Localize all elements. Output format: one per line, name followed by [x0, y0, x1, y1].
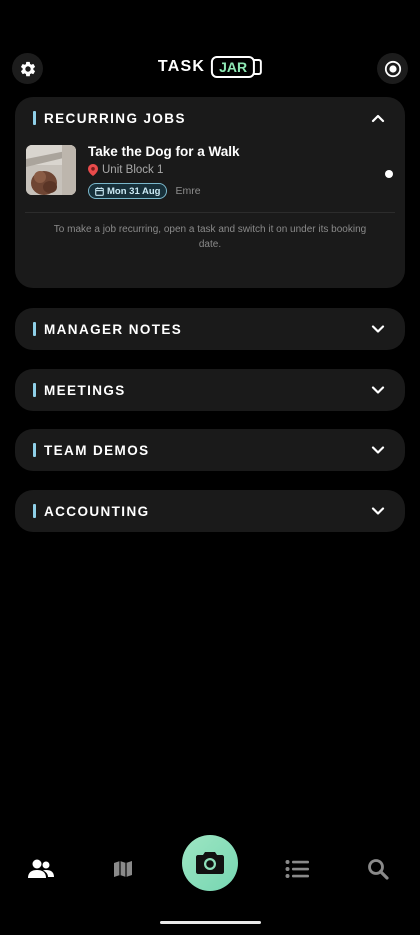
chevron-down-icon[interactable]	[371, 383, 385, 397]
app-logo: TASK JAR	[157, 56, 263, 78]
section-accent-bar	[33, 443, 36, 457]
date-badge: Mon 31 Aug	[88, 183, 168, 199]
top-bar: TASK JAR	[12, 50, 408, 86]
gear-icon	[20, 61, 35, 76]
section-accent-bar	[33, 383, 36, 397]
map-icon	[114, 861, 132, 877]
section-header[interactable]: MANAGER NOTES	[15, 308, 405, 350]
nav-list[interactable]	[282, 855, 312, 883]
job-photo	[26, 145, 76, 195]
nav-team[interactable]	[26, 855, 56, 883]
section-team-demos[interactable]: TEAM DEMOS	[15, 429, 405, 471]
record-button[interactable]	[377, 53, 408, 84]
section-title: RECURRING JOBS	[44, 110, 186, 126]
logo-badge: JAR	[211, 56, 256, 78]
section-meetings[interactable]: MEETINGS	[15, 369, 405, 411]
nav-search[interactable]	[363, 855, 393, 883]
home-indicator	[160, 921, 261, 924]
job-location-text: Unit Block 1	[102, 164, 164, 176]
recurring-job-item[interactable]: Take the Dog for a Walk Unit Block 1 Mon…	[25, 139, 395, 213]
search-icon	[368, 859, 389, 880]
section-header[interactable]: TEAM DEMOS	[15, 429, 405, 471]
pin-icon	[88, 164, 98, 176]
section-recurring-jobs: RECURRING JOBS Take the Dog for a Walk U…	[15, 97, 405, 288]
logo-jar-lid	[254, 59, 263, 75]
section-title: MEETINGS	[44, 382, 126, 398]
settings-button[interactable]	[12, 53, 43, 84]
list-icon	[285, 860, 309, 878]
chevron-down-icon[interactable]	[371, 504, 385, 518]
section-title: ACCOUNTING	[44, 503, 150, 519]
chevron-down-icon[interactable]	[371, 322, 385, 336]
job-title: Take the Dog for a Walk	[88, 144, 240, 159]
section-header[interactable]: RECURRING JOBS	[15, 97, 405, 139]
section-accent-bar	[33, 111, 36, 125]
section-header[interactable]: ACCOUNTING	[15, 490, 405, 532]
camera-button[interactable]	[182, 835, 238, 891]
chevron-up-icon[interactable]	[371, 111, 385, 125]
section-accounting[interactable]: ACCOUNTING	[15, 490, 405, 532]
camera-icon	[196, 852, 224, 874]
date-text: Mon 31 Aug	[107, 185, 161, 197]
section-accent-bar	[33, 504, 36, 518]
nav-map[interactable]	[108, 855, 138, 883]
bottom-nav	[0, 835, 420, 895]
job-meta: Mon 31 Aug Emre	[88, 183, 201, 199]
logo-word: TASK	[157, 58, 206, 75]
section-manager-notes[interactable]: MANAGER NOTES	[15, 308, 405, 350]
section-title: MANAGER NOTES	[44, 321, 183, 337]
section-header[interactable]: MEETINGS	[15, 369, 405, 411]
section-title: TEAM DEMOS	[44, 442, 150, 458]
section-accent-bar	[33, 322, 36, 336]
calendar-icon	[95, 186, 104, 196]
status-dot	[385, 170, 393, 178]
job-location: Unit Block 1	[88, 164, 163, 176]
record-icon	[384, 60, 401, 77]
recurring-hint: To make a job recurring, open a task and…	[53, 224, 367, 250]
people-icon	[28, 859, 54, 878]
assignee-name: Emre	[175, 185, 201, 197]
chevron-down-icon[interactable]	[371, 443, 385, 457]
